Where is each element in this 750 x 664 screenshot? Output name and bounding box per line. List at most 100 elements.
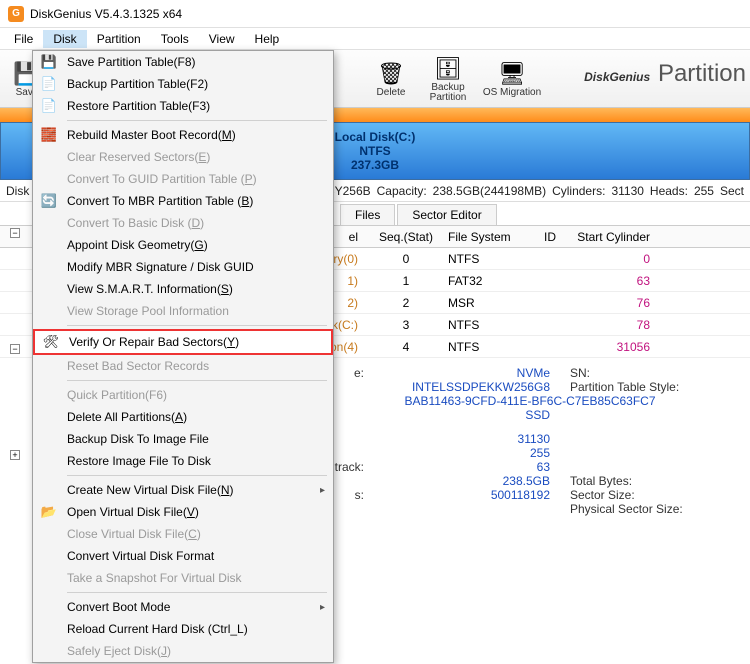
tab-files[interactable]: Files [340,204,395,225]
menu-item[interactable]: Convert Boot Mode [33,596,333,618]
menu-item-label: Reset Bad Sector Records [61,359,323,373]
menu-item-label: Restore Partition Table(F3) [61,99,323,113]
menu-item[interactable]: Appoint Disk Geometry(G) [33,234,333,256]
disk-label: Disk [6,184,29,198]
window-title: DiskGenius V5.4.3.1325 x64 [30,7,182,21]
backup-partition-button[interactable]: 🗄 Backup Partition [420,55,476,103]
menu-item-label: Take a Snapshot For Virtual Disk [61,571,323,585]
menu-item-icon: 📂 [37,503,61,521]
tree-sidebar: − − + [0,220,30,468]
menu-tools[interactable]: Tools [151,30,199,48]
menu-item-label: View S.M.A.R.T. Information(S) [61,282,323,296]
menu-item: Close Virtual Disk File(C) [33,523,333,545]
menu-item-icon [37,569,61,587]
menu-item: Reset Bad Sector Records [33,355,333,377]
menu-item-icon [37,214,61,232]
menu-item-icon [37,452,61,470]
menu-item-label: Convert To Basic Disk (D) [61,216,323,230]
menu-item-icon [37,357,61,375]
menu-item: Quick Partition(F6) [33,384,333,406]
menu-item[interactable]: 📄Restore Partition Table(F3) [33,95,333,117]
menu-item[interactable]: 🛠Verify Or Repair Bad Sectors(Y) [33,329,333,355]
tree-expand-icon[interactable]: + [10,450,20,460]
menu-item: Clear Reserved Sectors(E) [33,146,333,168]
menu-view[interactable]: View [199,30,245,48]
menu-item-label: Save Partition Table(F8) [61,55,323,69]
menu-item-icon: 📄 [37,75,61,93]
migration-icon: 🖥 [498,60,526,88]
tree-expand-icon[interactable]: − [10,344,20,354]
menu-item[interactable]: Create New Virtual Disk File(N) [33,479,333,501]
menu-item[interactable]: Reload Current Hard Disk (Ctrl_L) [33,618,333,640]
menu-item-label: Convert Virtual Disk Format [61,549,323,563]
backup-label: Backup Partition [430,83,467,103]
tab-sector-editor[interactable]: Sector Editor [397,204,496,225]
menu-item-label: Close Virtual Disk File(C) [61,527,323,541]
menu-item-icon [37,280,61,298]
menu-item-label: Delete All Partitions(A) [61,410,323,424]
menu-separator [67,120,327,121]
menu-item-icon [37,598,61,616]
menu-item[interactable]: Convert Virtual Disk Format [33,545,333,567]
menu-item-icon [37,386,61,404]
menu-item-icon [37,148,61,166]
menu-item[interactable]: Modify MBR Signature / Disk GUID [33,256,333,278]
menu-item-label: Convert Boot Mode [61,600,323,614]
menu-separator [67,325,327,326]
tree-expand-icon[interactable]: − [10,228,20,238]
menu-item-icon [37,258,61,276]
menu-item-label: Safely Eject Disk(J) [61,644,323,658]
menu-item-icon [37,430,61,448]
menu-disk[interactable]: Disk [43,30,86,48]
disk-capacity: 238.5GB(244198MB) [433,184,546,198]
disk-heads: 255 [694,184,714,198]
menu-item-label: Reload Current Hard Disk (Ctrl_L) [61,622,323,636]
menu-separator [67,380,327,381]
menu-item: Convert To Basic Disk (D) [33,212,333,234]
menu-item-icon [37,408,61,426]
menu-separator [67,592,327,593]
menu-item-icon: 🧱 [37,126,61,144]
disk-cylinders: 31130 [611,184,643,198]
disk-sectors-label: Sect [720,184,744,198]
trash-icon: 🗑 [377,60,405,88]
menu-item-icon: 🛠 [39,333,63,351]
menu-item[interactable]: 🧱Rebuild Master Boot Record(M) [33,124,333,146]
menu-item-icon: 📄 [37,97,61,115]
menu-item[interactable]: View S.M.A.R.T. Information(S) [33,278,333,300]
menu-item-icon: 🔄 [37,192,61,210]
menu-item-label: Open Virtual Disk File(V) [61,505,323,519]
menu-item-label: Appoint Disk Geometry(G) [61,238,323,252]
menu-item-label: Rebuild Master Boot Record(M) [61,128,323,142]
app-icon [8,6,24,22]
menu-item[interactable]: 📄Backup Partition Table(F2) [33,73,333,95]
menu-item-icon [37,642,61,660]
menu-item[interactable]: 📂Open Virtual Disk File(V) [33,501,333,523]
menu-item-icon [37,525,61,543]
menu-item-label: Convert To GUID Partition Table (P) [61,172,323,186]
menu-item-label: Backup Partition Table(F2) [61,77,323,91]
menu-file[interactable]: File [4,30,43,48]
menu-item: Convert To GUID Partition Table (P) [33,168,333,190]
menu-item-label: Backup Disk To Image File [61,432,323,446]
menu-item-icon [37,170,61,188]
menu-item: Take a Snapshot For Virtual Disk [33,567,333,589]
menu-item-label: Create New Virtual Disk File(N) [61,483,323,497]
menu-item-label: Verify Or Repair Bad Sectors(Y) [63,335,321,349]
menu-help[interactable]: Help [245,30,290,48]
menu-item-label: Clear Reserved Sectors(E) [61,150,323,164]
os-migration-button[interactable]: 🖥 OS Migration [480,55,544,103]
menu-item[interactable]: 🔄Convert To MBR Partition Table (B) [33,190,333,212]
menu-item[interactable]: Delete All Partitions(A) [33,406,333,428]
menu-item-label: View Storage Pool Information [61,304,323,318]
menu-item[interactable]: Restore Image File To Disk [33,450,333,472]
menu-item-icon: 💾 [37,53,61,71]
menu-item[interactable]: Backup Disk To Image File [33,428,333,450]
delete-button[interactable]: 🗑 Delete [366,55,416,103]
menu-item-icon [37,620,61,638]
menu-item[interactable]: 💾Save Partition Table(F8) [33,51,333,73]
menu-partition[interactable]: Partition [87,30,151,48]
menu-item-icon [37,481,61,499]
backup-icon: 🗄 [434,55,462,83]
titlebar: DiskGenius V5.4.3.1325 x64 [0,0,750,28]
